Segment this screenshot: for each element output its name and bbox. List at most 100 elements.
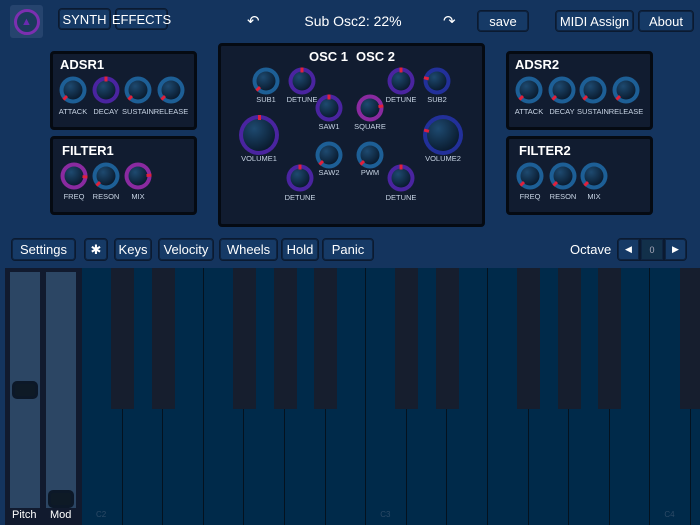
osc-knob-volume2[interactable]: [423, 115, 463, 155]
black-key[interactable]: [557, 268, 581, 409]
midi-assign-button[interactable]: MIDI Assign: [555, 10, 634, 32]
knob-label: VOLUME2: [425, 154, 461, 163]
knob-indicator: [378, 104, 384, 109]
keys-button[interactable]: Keys: [114, 238, 152, 261]
wheels-button[interactable]: Wheels: [219, 238, 278, 261]
osc-knob-detune[interactable]: [288, 67, 316, 95]
black-key[interactable]: [273, 268, 297, 409]
black-key[interactable]: [517, 268, 541, 409]
knob-indicator: [318, 159, 325, 166]
osc-knob-saw2[interactable]: [315, 141, 343, 169]
knob-label: ATTACK: [58, 107, 88, 116]
knob-face: [427, 119, 459, 151]
knob-indicator: [423, 128, 429, 133]
undo-icon[interactable]: ↶: [247, 12, 260, 30]
adsr2-knob-attack[interactable]: [515, 76, 543, 104]
adsr2-knob-decay[interactable]: [548, 76, 576, 104]
osc-knob-square[interactable]: [356, 94, 384, 122]
knob-face: [391, 168, 411, 188]
knob-indicator: [327, 94, 331, 100]
octave-value: 0: [640, 238, 664, 261]
octave-down-button[interactable]: ◀: [617, 238, 640, 261]
filter1-knob-reson[interactable]: [92, 162, 120, 190]
knob-face: [391, 71, 411, 91]
knob-label: DETUNE: [385, 95, 417, 104]
knob-face: [292, 71, 312, 91]
adsr1-knob-attack[interactable]: [59, 76, 87, 104]
black-key[interactable]: [232, 268, 256, 409]
knob-label: DETUNE: [385, 193, 417, 202]
pitch-wheel-thumb[interactable]: [12, 381, 38, 399]
velocity-button[interactable]: Velocity: [158, 238, 214, 261]
knob-label: MIX: [131, 192, 145, 201]
knob-label: SUSTAIN: [122, 107, 154, 116]
bluetooth-icon[interactable]: ✱: [84, 238, 108, 261]
octave-up-button[interactable]: ▶: [664, 238, 687, 261]
filter2-knob-reson[interactable]: [549, 162, 577, 190]
knob-face: [319, 98, 339, 118]
knob-face: [427, 71, 447, 91]
knob-face: [360, 98, 380, 118]
black-key[interactable]: [435, 268, 459, 409]
osc-knob-pwm[interactable]: [356, 141, 384, 169]
knob-label: DETUNE: [284, 193, 316, 202]
filter2-knob-freq[interactable]: [516, 162, 544, 190]
octave-label: Octave: [570, 242, 612, 257]
knob-indicator: [518, 94, 525, 101]
filter2-title: FILTER2: [519, 143, 571, 158]
osc-knob-sub2[interactable]: [423, 67, 451, 95]
settings-button[interactable]: Settings: [11, 238, 76, 261]
osc-knob-detune[interactable]: [387, 67, 415, 95]
knob-indicator: [146, 173, 152, 177]
filter1-knob-freq[interactable]: [60, 162, 88, 190]
knob-indicator: [300, 67, 304, 73]
note-label: C3: [380, 510, 391, 519]
synth-tab[interactable]: SYNTH: [58, 8, 111, 30]
black-key[interactable]: [111, 268, 135, 409]
about-button[interactable]: About: [638, 10, 694, 32]
adsr1-knob-release[interactable]: [157, 76, 185, 104]
mod-wheel-thumb[interactable]: [48, 490, 74, 508]
knob-face: [290, 168, 310, 188]
adsr1-knob-sustain[interactable]: [124, 76, 152, 104]
pitch-label: Pitch: [12, 509, 37, 521]
knob-indicator: [160, 94, 167, 101]
mod-wheel[interactable]: [46, 272, 76, 508]
knob-indicator: [399, 67, 403, 73]
knob-label: ATTACK: [514, 107, 544, 116]
knob-indicator: [552, 180, 559, 187]
hold-button[interactable]: Hold: [281, 238, 319, 261]
knob-label: SAW2: [318, 168, 340, 177]
osc-knob-saw1[interactable]: [315, 94, 343, 122]
black-key[interactable]: [395, 268, 419, 409]
knob-indicator: [359, 159, 366, 166]
knob-indicator: [62, 94, 69, 101]
knob-label: SUSTAIN: [577, 107, 609, 116]
redo-icon[interactable]: ↷: [443, 12, 456, 30]
osc-knob-detune[interactable]: [286, 164, 314, 192]
black-key[interactable]: [598, 268, 622, 409]
knob-label: DECAY: [93, 107, 119, 116]
panic-button[interactable]: Panic: [322, 238, 374, 261]
adsr2-knob-release[interactable]: [612, 76, 640, 104]
effects-tab[interactable]: EFFECTS: [112, 8, 171, 30]
osc-knob-volume1[interactable]: [239, 115, 279, 155]
osc2-title: OSC 2: [356, 49, 396, 64]
osc-knob-sub1[interactable]: [252, 67, 280, 95]
knob-indicator: [127, 94, 134, 101]
knob-label: PWM: [360, 168, 380, 177]
pitch-wheel[interactable]: [10, 272, 40, 508]
save-button[interactable]: save: [477, 10, 529, 32]
black-key[interactable]: [314, 268, 338, 409]
adsr1-knob-decay[interactable]: [92, 76, 120, 104]
black-key[interactable]: [151, 268, 175, 409]
black-key[interactable]: [679, 268, 700, 409]
osc-knob-detune[interactable]: [387, 164, 415, 192]
filter1-knob-mix[interactable]: [124, 162, 152, 190]
knob-indicator: [104, 76, 108, 82]
knob-indicator: [82, 175, 88, 179]
knob-indicator: [399, 164, 403, 170]
filter2-knob-mix[interactable]: [580, 162, 608, 190]
knob-label: SAW1: [318, 122, 340, 131]
adsr2-knob-sustain[interactable]: [579, 76, 607, 104]
